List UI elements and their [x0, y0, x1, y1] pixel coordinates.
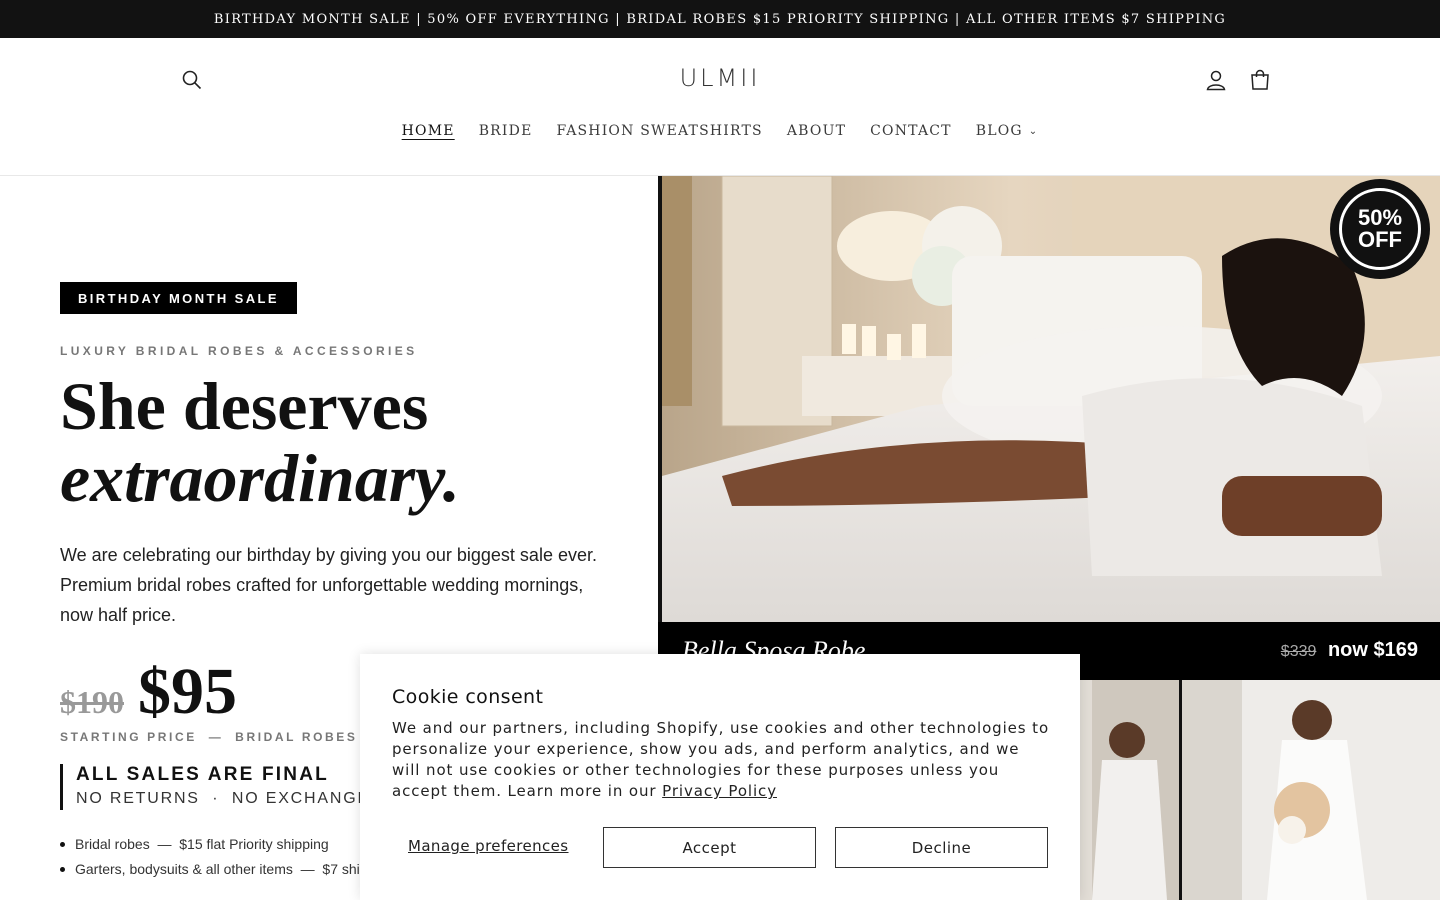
bride-thumbnail-right[interactable] — [1182, 680, 1440, 900]
cart-icon[interactable] — [1246, 66, 1274, 94]
decline-button[interactable]: Decline — [835, 827, 1048, 868]
price-row: $190 $95 — [60, 654, 237, 730]
cookie-consent-dialog: Cookie consent We and our partners, incl… — [360, 654, 1080, 900]
cookie-body: We and our partners, including Shopify, … — [392, 718, 1052, 802]
hero-description: We are celebrating our birthday by givin… — [60, 545, 597, 625]
chevron-down-icon: ⌄ — [1028, 125, 1039, 137]
discount-badge: 50% OFF — [1330, 179, 1430, 279]
old-price: $190 — [60, 684, 124, 720]
announcement-text: BIRTHDAY MONTH SALE | 50% OFF EVERYTHING… — [213, 11, 1227, 27]
hero-headline: She deserves extraordinary. — [60, 370, 460, 514]
privacy-policy-link[interactable]: Privacy Policy — [662, 782, 777, 800]
list-item: Garters, bodysuits & all other items — $… — [60, 861, 394, 877]
account-icon[interactable] — [1202, 66, 1230, 94]
site-header: ULMII HOME BRIDE FASHION SWEATSHIRTS ABO… — [0, 38, 1440, 176]
main-nav: HOME BRIDE FASHION SWEATSHIRTS ABOUT CON… — [0, 123, 1440, 139]
manage-preferences-link[interactable]: Manage preferences — [408, 837, 569, 855]
hero-eyebrow: LUXURY BRIDAL ROBES & ACCESSORIES — [60, 344, 418, 358]
nav-bride[interactable]: BRIDE — [467, 123, 545, 139]
discount-ring: 50% OFF — [1339, 188, 1421, 270]
nav-blog[interactable]: BLOG ⌄ — [964, 123, 1051, 139]
product-price: $339 now $169 — [1281, 639, 1418, 662]
final-sale-subtitle: NO RETURNS · NO EXCHANGES — [76, 790, 383, 807]
final-sale-title: ALL SALES ARE FINAL — [76, 764, 329, 785]
sale-price: $95 — [138, 655, 237, 728]
nav-home[interactable]: HOME — [390, 123, 467, 139]
discount-percent: 50% — [1357, 205, 1403, 230]
nav-about[interactable]: ABOUT — [775, 123, 858, 139]
nav-contact[interactable]: CONTACT — [858, 123, 964, 139]
headline-line-2: extraordinary. — [60, 440, 460, 516]
price-caption: STARTING PRICE — BRIDAL ROBES — [60, 730, 358, 744]
list-item: Bridal robes — $15 flat Priority shippin… — [60, 836, 394, 852]
nav-fashion-sweatshirts[interactable]: FASHION SWEATSHIRTS — [545, 123, 775, 139]
product-new-price: now $169 — [1327, 639, 1418, 661]
sale-badge: BIRTHDAY MONTH SALE — [60, 282, 297, 314]
announcement-bar: BIRTHDAY MONTH SALE | 50% OFF EVERYTHING… — [0, 0, 1440, 38]
nav-blog-label: BLOG — [975, 123, 1023, 139]
discount-off: OFF — [1358, 227, 1402, 252]
headline-line-1: She deserves — [60, 368, 429, 444]
cookie-title: Cookie consent — [392, 686, 544, 708]
product-old-price: $339 — [1280, 643, 1317, 660]
shipping-list: Bridal robes — $15 flat Priority shippin… — [60, 836, 394, 886]
accept-button[interactable]: Accept — [603, 827, 816, 868]
bride-photo[interactable]: 50% OFF — [662, 176, 1440, 622]
final-sale-notice: ALL SALES ARE FINAL NO RETURNS · NO EXCH… — [60, 764, 382, 810]
